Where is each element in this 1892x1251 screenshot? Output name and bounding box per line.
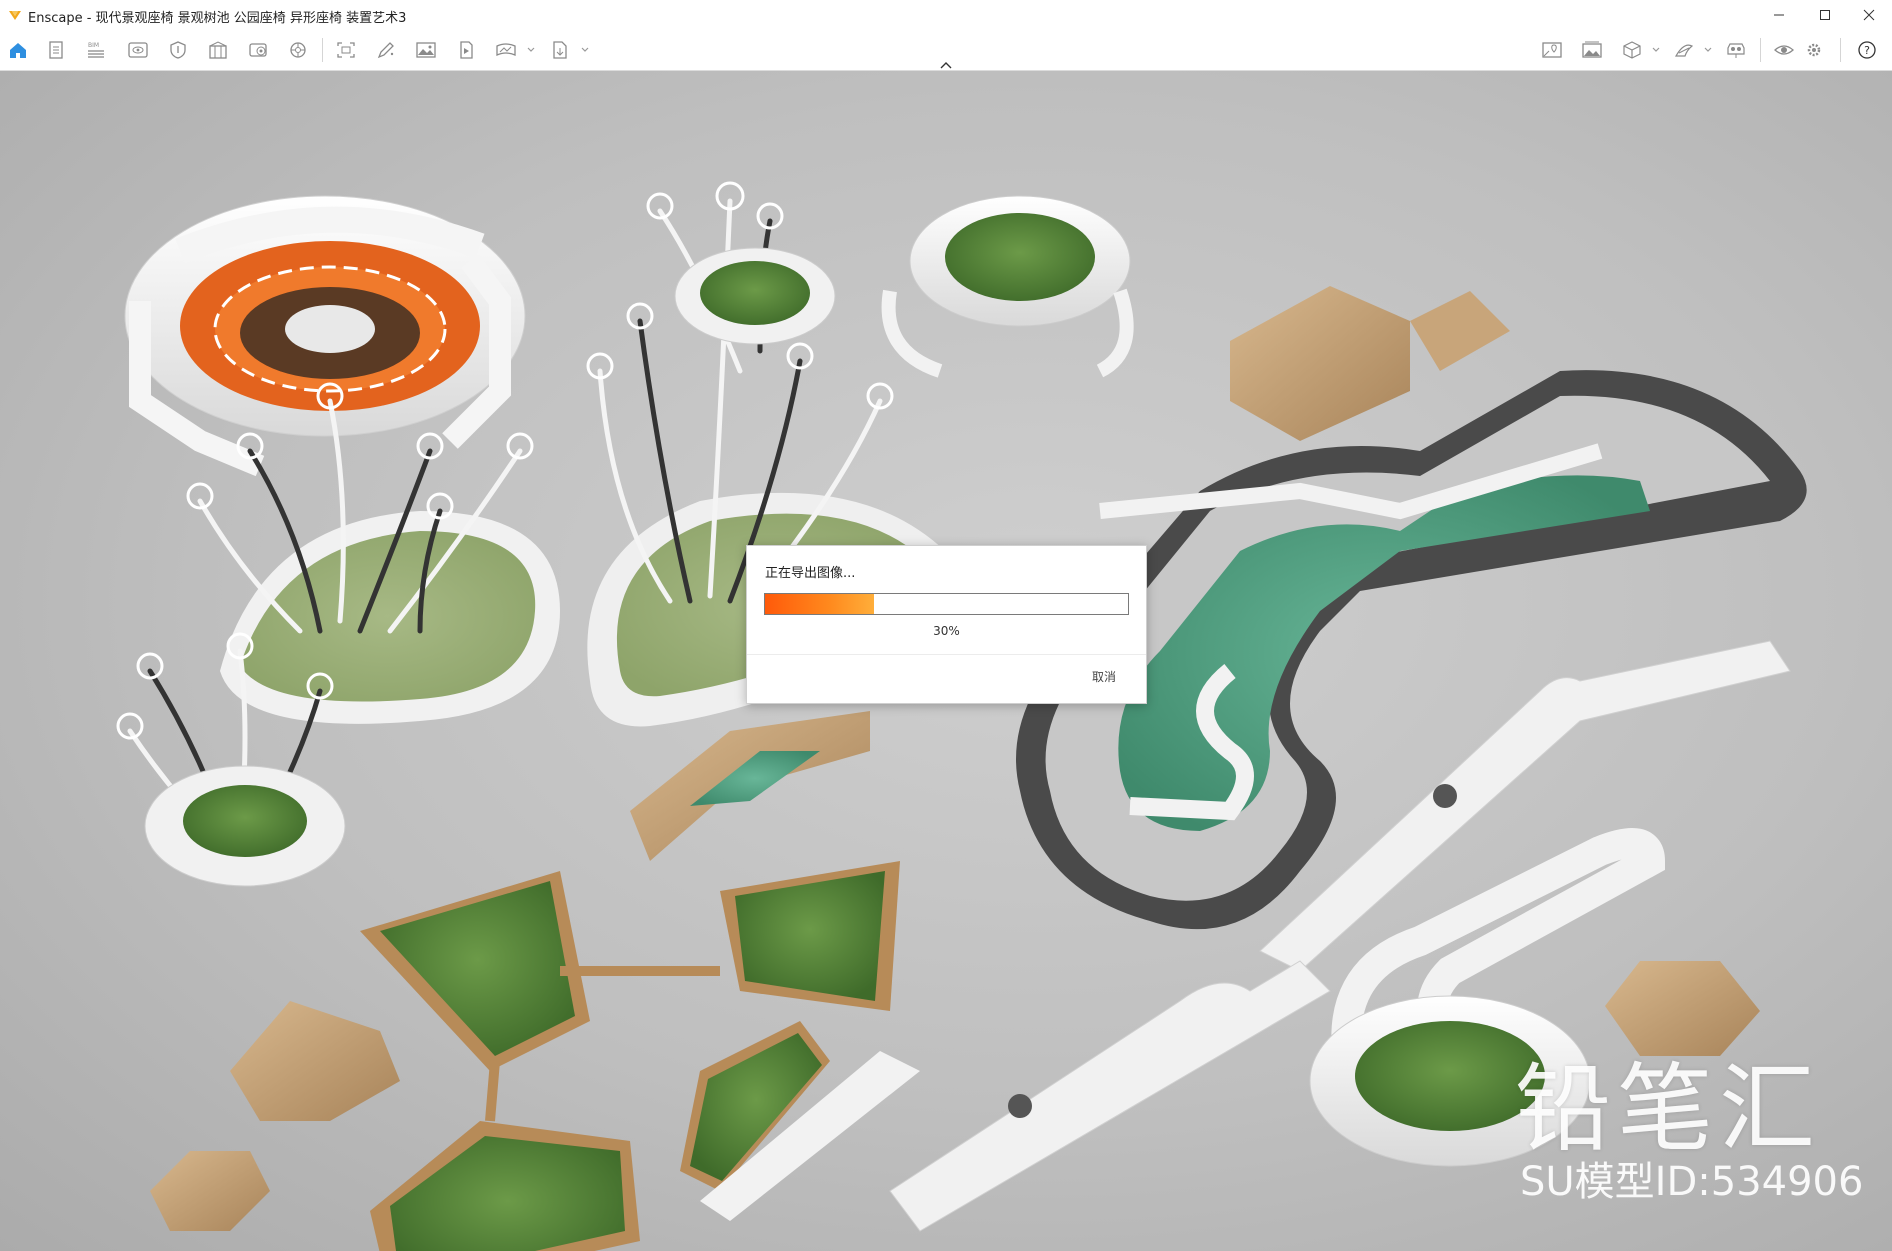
gear-icon — [1807, 43, 1821, 57]
screenshot-button[interactable] — [334, 39, 358, 61]
home-icon — [10, 43, 26, 58]
export-icon — [553, 41, 567, 59]
toolbar-separator — [322, 38, 323, 62]
export-progress-dialog: 正在导出图像... 30% 取消 — [746, 545, 1147, 704]
panorama-icon — [496, 43, 516, 56]
view-button[interactable] — [126, 39, 150, 61]
maximize-icon — [1820, 10, 1830, 20]
progress-percent-label: 30% — [933, 624, 960, 638]
collapse-toolbar-chevron-icon[interactable] — [938, 60, 954, 70]
lawn-planter-left — [220, 511, 560, 724]
panorama-button[interactable] — [494, 39, 518, 61]
close-button[interactable] — [1846, 0, 1892, 30]
wooden-planter-bench — [630, 711, 870, 861]
library-icon — [209, 41, 227, 59]
cube-button[interactable] — [1620, 39, 1644, 61]
eye-button[interactable] — [1772, 39, 1796, 61]
vr-button[interactable] — [1724, 39, 1748, 61]
round-planter-top — [674, 247, 836, 345]
home-button[interactable] — [6, 39, 30, 61]
maximize-button[interactable] — [1802, 0, 1848, 30]
shield-button[interactable] — [166, 39, 190, 61]
wooden-stepped-benches — [150, 1001, 400, 1231]
chevron-down-icon[interactable] — [580, 46, 590, 54]
sun-button[interactable] — [1672, 39, 1696, 61]
render-icon — [290, 42, 306, 58]
toolbar-separator — [1840, 38, 1841, 62]
video-icon — [460, 41, 473, 59]
vr-icon — [1727, 43, 1745, 58]
pen-tool-icon — [377, 42, 394, 59]
wooden-bench-top-right — [1230, 286, 1510, 441]
screenshot-icon — [337, 42, 355, 58]
export-button[interactable] — [548, 39, 572, 61]
shield-icon — [170, 41, 186, 59]
video-button[interactable] — [454, 39, 478, 61]
image-icon — [416, 42, 436, 58]
settings-wheel-icon — [249, 43, 267, 57]
document-icon — [49, 41, 63, 59]
render-button[interactable] — [286, 39, 310, 61]
chevron-down-icon[interactable] — [526, 46, 536, 54]
round-planter-benches — [144, 765, 346, 887]
dialog-message: 正在导出图像... — [765, 566, 856, 581]
gallery-icon — [1582, 41, 1602, 58]
progress-bar — [764, 593, 1129, 615]
wavy-bench-diagonal — [889, 960, 1331, 1232]
eye-icon — [1774, 45, 1794, 55]
enscape-logo-icon — [9, 11, 21, 20]
map-pin-button[interactable] — [1540, 39, 1564, 61]
window-title: Enscape - 现代景观座椅 景观树池 公园座椅 异形座椅 装置艺术3 — [28, 11, 407, 26]
help-label: ? — [1864, 44, 1870, 57]
pen-tool-button[interactable] — [374, 39, 398, 61]
cube-icon — [1623, 41, 1641, 59]
map-pin-icon — [1542, 42, 1562, 58]
bim-label: BIM — [88, 42, 99, 49]
progress-fill — [765, 594, 874, 614]
dialog-divider — [747, 654, 1146, 655]
help-button[interactable]: ? — [1855, 39, 1879, 61]
help-icon: ? — [1858, 41, 1876, 59]
cancel-button[interactable]: 取消 — [1092, 668, 1116, 685]
bim-icon: BIM — [88, 42, 104, 58]
chevron-down-icon[interactable] — [1703, 46, 1713, 54]
minimize-icon — [1774, 14, 1784, 16]
library-button[interactable] — [206, 39, 230, 61]
title-bar: Enscape - 现代景观座椅 景观树池 公园座椅 异形座椅 装置艺术3 — [0, 0, 1892, 31]
view-icon — [128, 42, 148, 58]
chevron-down-icon[interactable] — [1651, 46, 1661, 54]
toolbar-separator — [1760, 38, 1761, 62]
circular-seating-planter — [881, 195, 1134, 378]
gallery-button[interactable] — [1580, 39, 1604, 61]
image-button[interactable] — [414, 39, 438, 61]
enscape-window: Enscape - 现代景观座椅 景观树池 公园座椅 异形座椅 装置艺术3 BI… — [0, 0, 1892, 1251]
gear-button[interactable] — [1802, 39, 1826, 61]
bim-button[interactable]: BIM — [84, 39, 108, 61]
watermark-model-id: SU模型ID:534906 — [1520, 1159, 1864, 1205]
sun-icon — [1674, 44, 1694, 57]
angular-grass-planters — [360, 861, 920, 1251]
amphitheatre-model — [124, 195, 526, 477]
minimize-button[interactable] — [1756, 0, 1802, 30]
settings-wheel-button[interactable] — [246, 39, 270, 61]
document-button[interactable] — [44, 39, 68, 61]
close-icon — [1863, 9, 1875, 21]
